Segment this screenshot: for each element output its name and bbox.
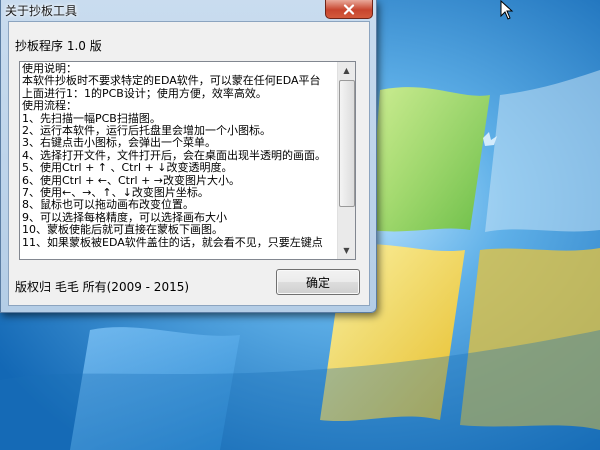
memo-line: 本软件抄板时不要求特定的EDA软件，可以蒙在任何EDA平台 xyxy=(22,74,321,88)
scroll-up-button[interactable]: ▲ xyxy=(338,62,355,79)
chevron-down-icon: ▼ xyxy=(343,246,350,255)
close-icon xyxy=(343,3,355,15)
scroll-down-button[interactable]: ▼ xyxy=(338,242,355,259)
instructions-memo[interactable]: 使用说明： 本软件抄板时不要求特定的EDA软件，可以蒙在任何EDA平台 上面进行… xyxy=(19,61,356,260)
chevron-up-icon: ▲ xyxy=(343,66,350,75)
memo-line: 11、如果蒙板被EDA软件盖住的话，就会看不见，只要左键点 xyxy=(22,235,323,249)
memo-scrollbar[interactable]: ▲ ▼ xyxy=(337,62,355,259)
mouse-pointer-icon xyxy=(500,0,514,20)
ok-button[interactable]: 确定 xyxy=(276,269,360,295)
scroll-thumb[interactable] xyxy=(339,80,355,207)
close-button[interactable] xyxy=(325,0,373,19)
copyright-label: 版权归 毛毛 所有(2009 - 2015) xyxy=(15,280,190,294)
version-label: 抄板程序 1.0 版 xyxy=(15,39,102,53)
window-title: 关于抄板工具 xyxy=(5,4,78,18)
memo-line: 5、使用Ctrl + ↑ 、Ctrl + ↓改变透明度。 xyxy=(22,161,233,175)
memo-line: 8、鼠标也可以拖动画布改变位置。 xyxy=(22,198,194,212)
memo-line: 10、蒙板使能后就可直接在蒙板下画图。 xyxy=(22,223,223,237)
memo-line: 3、右键点击小图标，会弹出一个菜单。 xyxy=(22,136,216,150)
instructions-text[interactable]: 使用说明： 本软件抄板时不要求特定的EDA软件，可以蒙在任何EDA平台 上面进行… xyxy=(22,63,333,258)
about-dialog-window: 关于抄板工具 抄板程序 1.0 版 使用说明： 本软件抄板时不要求特定的EDA软… xyxy=(0,0,377,313)
memo-line: 使用流程： xyxy=(22,99,77,113)
title-bar[interactable]: 关于抄板工具 xyxy=(1,0,376,20)
dialog-body: 抄板程序 1.0 版 使用说明： 本软件抄板时不要求特定的EDA软件，可以蒙在任… xyxy=(8,21,370,306)
